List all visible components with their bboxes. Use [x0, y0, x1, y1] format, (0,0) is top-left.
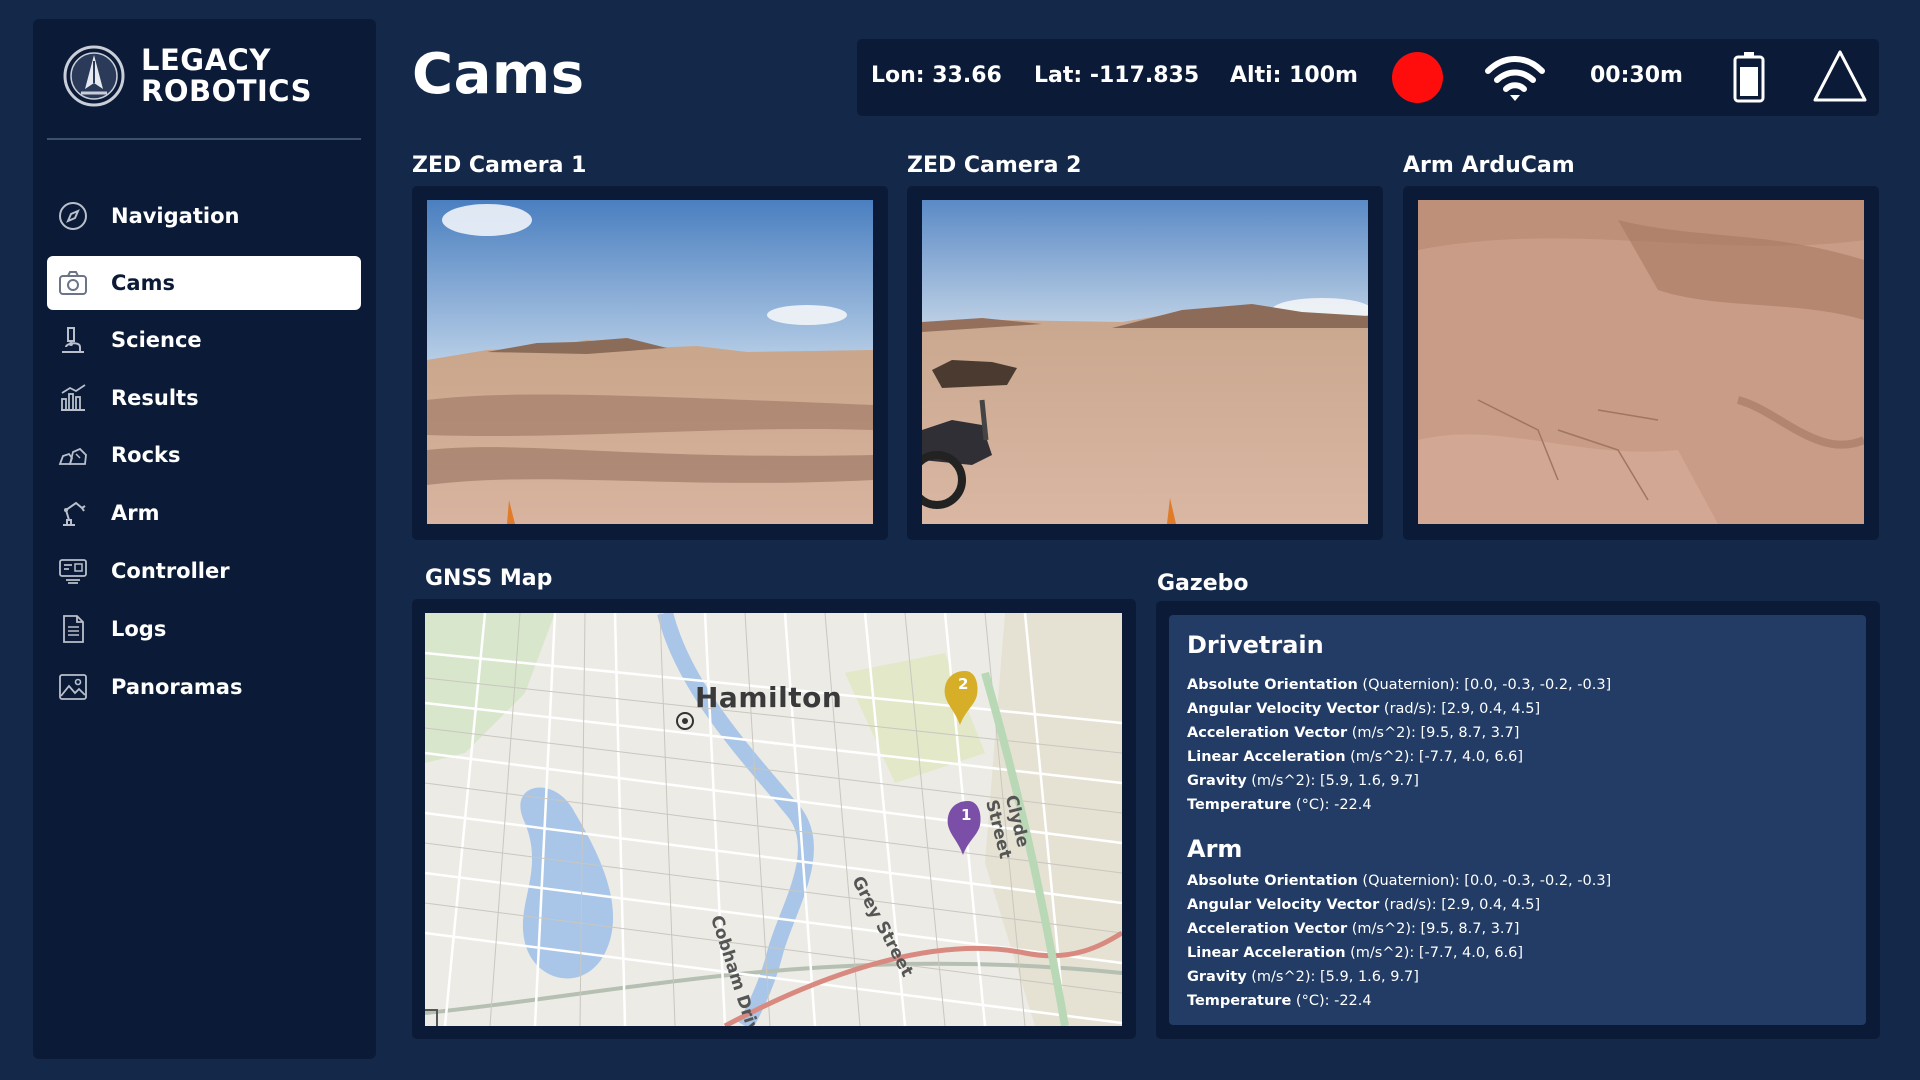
gazebo-panel: Drivetrain Absolute Orientation (Quatern… [1156, 601, 1880, 1039]
gnss-map-label: GNSS Map [425, 566, 553, 591]
sidebar-item-arm[interactable]: Arm [47, 486, 361, 540]
telemetry-row: Acceleration Vector (m/s^2): [9.5, 8.7, … [1187, 725, 1520, 741]
longitude-readout: Lon: 33.66 [871, 63, 1002, 88]
map-marker-1-label: 1 [961, 806, 972, 824]
drivetrain-heading: Drivetrain [1187, 631, 1324, 659]
sidebar-item-label: Navigation [111, 204, 240, 228]
sidebar-item-logs[interactable]: Logs [47, 602, 361, 656]
telemetry-row: Temperature (°C): -22.4 [1187, 797, 1372, 813]
camera-1-feed[interactable] [427, 200, 873, 524]
mission-timer: 00:30m [1590, 63, 1683, 88]
brand-line-1: LEGACY [141, 43, 271, 77]
telemetry-row: Linear Acceleration (m/s^2): [-7.7, 4.0,… [1187, 945, 1524, 961]
sidebar-item-cams[interactable]: Cams [47, 256, 361, 310]
camera-1-label: ZED Camera 1 [412, 153, 587, 178]
map-city-label: Hamilton [695, 681, 843, 714]
telemetry-row: Absolute Orientation (Quaternion): [0.0,… [1187, 677, 1612, 693]
camera-1-panel [412, 186, 888, 540]
camera-2-feed[interactable] [922, 200, 1368, 524]
camera-2-label: ZED Camera 2 [907, 153, 1082, 178]
robot-arm-icon [57, 497, 89, 529]
sidebar-item-science[interactable]: Science [47, 313, 361, 367]
telemetry-row: Temperature (°C): -22.4 [1187, 993, 1372, 1009]
camera-3-label: Arm ArduCam [1403, 153, 1575, 178]
page-title: Cams [412, 42, 585, 107]
sidebar-item-label: Science [111, 328, 202, 352]
microscope-icon [57, 324, 89, 356]
status-bar: Lon: 33.66 Lat: -117.835 Alti: 100m 00:3… [857, 39, 1879, 116]
sidebar-item-label: Rocks [111, 443, 181, 467]
document-icon [57, 613, 89, 645]
altitude-readout: Alti: 100m [1230, 63, 1358, 88]
brand: LEGACY ROBOTICS [63, 45, 312, 107]
gazebo-label: Gazebo [1157, 571, 1249, 596]
gazebo-telemetry: Drivetrain Absolute Orientation (Quatern… [1169, 615, 1866, 1025]
gnss-map[interactable]: Hamilton Cobham Drive Grey Street Clyde … [425, 613, 1122, 1026]
controller-icon [57, 555, 89, 587]
compass-icon [57, 200, 89, 232]
recording-indicator[interactable] [1392, 52, 1443, 103]
robot-logo-icon [63, 45, 125, 107]
sidebar-item-controller[interactable]: Controller [47, 544, 361, 598]
sidebar-item-results[interactable]: Results [47, 371, 361, 425]
telemetry-row: Angular Velocity Vector (rad/s): [2.9, 0… [1187, 701, 1541, 717]
sidebar-item-label: Controller [111, 559, 230, 583]
sidebar-item-label: Cams [111, 271, 175, 295]
brand-line-2: ROBOTICS [141, 74, 313, 108]
sidebar-item-rocks[interactable]: Rocks [47, 428, 361, 482]
sidebar-item-navigation[interactable]: Navigation [47, 189, 361, 243]
telemetry-row: Absolute Orientation (Quaternion): [0.0,… [1187, 873, 1612, 889]
battery-icon [1733, 52, 1765, 103]
sidebar-item-label: Arm [111, 501, 160, 525]
telemetry-row: Linear Acceleration (m/s^2): [-7.7, 4.0,… [1187, 749, 1524, 765]
sidebar-item-label: Logs [111, 617, 167, 641]
sidebar-divider [47, 138, 361, 140]
gnss-map-panel: Hamilton Cobham Drive Grey Street Clyde … [412, 599, 1136, 1039]
camera-3-feed[interactable] [1418, 200, 1864, 524]
map-marker-2-label: 2 [958, 675, 969, 693]
telemetry-row: Acceleration Vector (m/s^2): [9.5, 8.7, … [1187, 921, 1520, 937]
camera-icon [57, 267, 89, 299]
telemetry-row: Gravity (m/s^2): [5.9, 1.6, 9.7] [1187, 969, 1419, 985]
brand-name: LEGACY ROBOTICS [141, 45, 312, 107]
latitude-readout: Lat: -117.835 [1034, 63, 1200, 88]
wifi-icon [1485, 56, 1545, 101]
telemetry-row: Gravity (m/s^2): [5.9, 1.6, 9.7] [1187, 773, 1419, 789]
arm-heading: Arm [1187, 835, 1243, 863]
rocks-icon [57, 439, 89, 471]
sidebar: LEGACY ROBOTICS Navigation Cams Science [33, 19, 376, 1059]
camera-2-panel [907, 186, 1383, 540]
telemetry-row: Angular Velocity Vector (rad/s): [2.9, 0… [1187, 897, 1541, 913]
sidebar-item-label: Results [111, 386, 199, 410]
camera-3-panel [1403, 186, 1879, 540]
sidebar-item-panoramas[interactable]: Panoramas [47, 660, 361, 714]
bar-chart-icon [57, 382, 89, 414]
image-icon [57, 671, 89, 703]
warning-icon[interactable] [1812, 49, 1868, 103]
sidebar-item-label: Panoramas [111, 675, 243, 699]
